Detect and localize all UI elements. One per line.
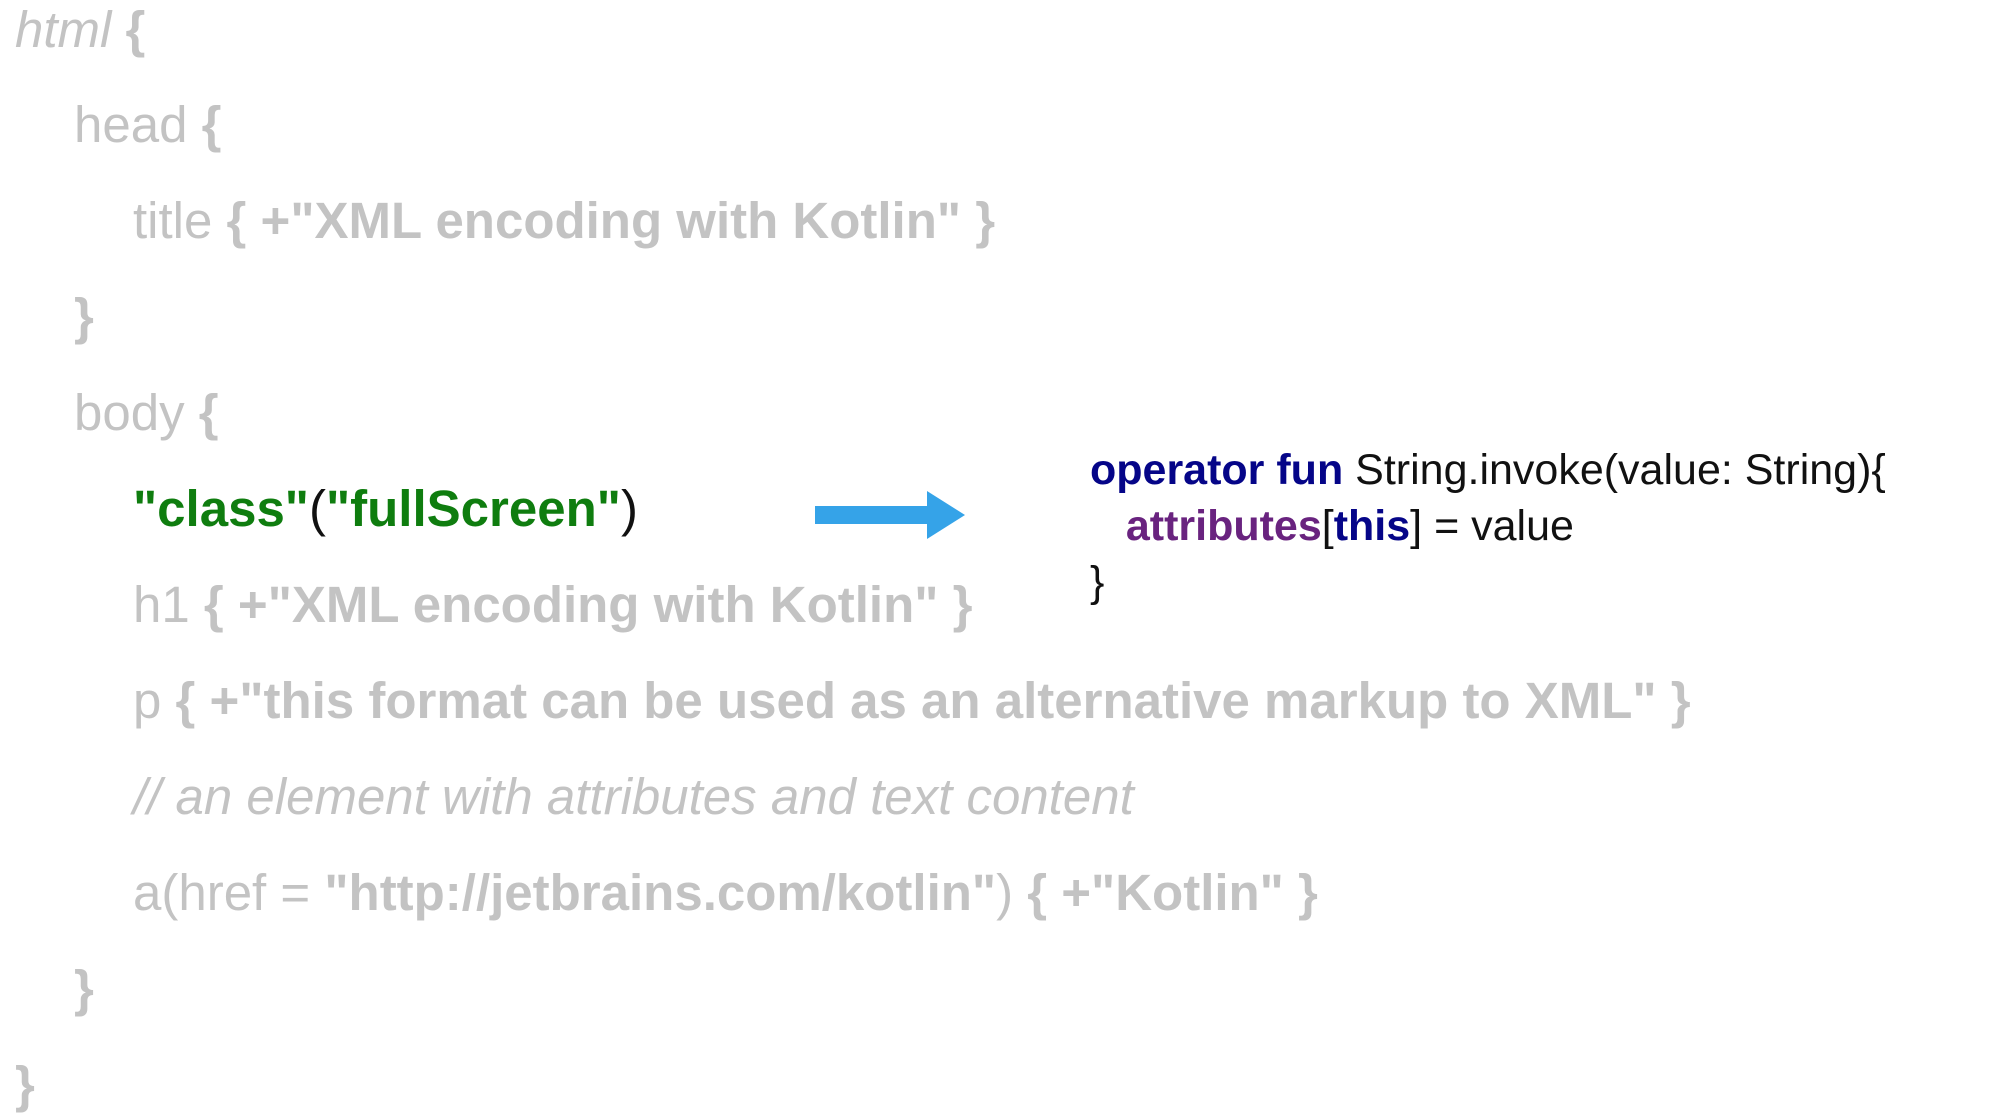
anchor-keyword: a(href = <box>133 864 325 921</box>
close-brace: } <box>74 288 94 345</box>
invoke-signature: String.invoke(value: String){ <box>1343 446 1886 494</box>
close-brace: } <box>938 576 973 633</box>
href-string: "http://jetbrains.com/kotlin" <box>324 864 997 921</box>
code-line-anchor: a(href = "http://jetbrains.com/kotlin") … <box>133 863 1318 923</box>
p-keyword: p <box>133 672 162 729</box>
operator-close-line: } <box>1090 554 1990 610</box>
attributes-property: attributes <box>1125 502 1322 550</box>
h1-string: "XML encoding with Kotlin" <box>267 576 939 633</box>
open-brace: { <box>187 96 222 153</box>
fullscreen-string: "fullScreen" <box>325 480 621 537</box>
body-keyword: body <box>74 384 185 441</box>
close-brace: } <box>15 1056 35 1113</box>
open-brace: { <box>111 1 146 58</box>
assignment: = value <box>1422 502 1574 550</box>
code-line-title: title { +"XML encoding with Kotlin" } <box>133 191 995 251</box>
code-line-head: head { <box>74 95 222 155</box>
right-arrow-icon <box>815 491 965 539</box>
html-keyword: html <box>15 1 112 58</box>
operator-fun-keyword: operator fun <box>1090 446 1344 494</box>
open-bracket: [ <box>1321 502 1334 550</box>
open-brace: { + <box>189 576 268 633</box>
code-line-comment: // an element with attributes and text c… <box>133 767 1134 827</box>
open-brace: { + <box>212 192 291 249</box>
close-bracket: ] <box>1410 502 1423 550</box>
title-keyword: title <box>133 192 213 249</box>
close-brace: } <box>1090 558 1105 606</box>
operator-signature-line: operator fun String.invoke(value: String… <box>1090 442 1990 498</box>
open-brace: { + <box>1013 864 1092 921</box>
this-keyword: this <box>1333 502 1411 550</box>
open-brace: { <box>184 384 219 441</box>
p-string: "this format can be used as an alternati… <box>239 672 1657 729</box>
code-line-class-attribute: "class"("fullScreen") <box>133 479 638 539</box>
operator-body-line: attributes[this] = value <box>1090 498 1990 554</box>
close-paren: ) <box>620 480 638 537</box>
close-brace: } <box>74 960 94 1017</box>
code-line-p: p { +"this format can be used as an alte… <box>133 671 1691 731</box>
close-brace: } <box>961 192 996 249</box>
class-string: "class" <box>133 480 309 537</box>
kotlin-string: "Kotlin" <box>1091 864 1284 921</box>
head-keyword: head <box>74 96 188 153</box>
comment-text: // an element with attributes and text c… <box>133 768 1134 825</box>
h1-keyword: h1 <box>133 576 190 633</box>
code-line-body-close: } <box>74 959 94 1019</box>
open-brace: { + <box>161 672 240 729</box>
close-brace: } <box>1283 864 1318 921</box>
close-paren: ) <box>996 864 1014 921</box>
code-line-body: body { <box>74 383 219 443</box>
title-string: "XML encoding with Kotlin" <box>290 192 962 249</box>
code-line-html: html { <box>15 0 145 60</box>
code-line-h1: h1 { +"XML encoding with Kotlin" } <box>133 575 972 635</box>
open-paren: ( <box>309 480 326 537</box>
code-line-head-close: } <box>74 287 94 347</box>
code-line-html-close: } <box>15 1055 35 1115</box>
operator-function-code: operator fun String.invoke(value: String… <box>1090 442 1990 610</box>
close-brace: } <box>1656 672 1691 729</box>
